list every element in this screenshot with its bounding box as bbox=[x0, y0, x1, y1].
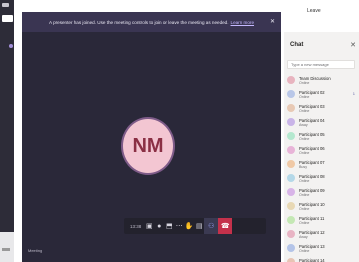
close-icon[interactable]: ✕ bbox=[270, 18, 275, 25]
list-item-status: Online bbox=[299, 108, 310, 113]
avatar bbox=[287, 188, 295, 196]
list-item[interactable]: Participant 03 Online bbox=[287, 101, 359, 115]
bottom-caption: Meeting bbox=[28, 248, 43, 253]
list-item-name: Participant 14 bbox=[299, 257, 325, 262]
hangup-button[interactable]: ☎ bbox=[218, 218, 233, 234]
avatar bbox=[287, 216, 295, 224]
avatar bbox=[287, 76, 295, 84]
list-item[interactable]: Participant 09 Online bbox=[287, 185, 359, 199]
list-item-status: Online bbox=[299, 94, 310, 99]
avatar bbox=[287, 146, 295, 154]
participants-icon[interactable]: ⚇ bbox=[204, 218, 219, 234]
list-item-text: Participant 05 Online bbox=[299, 132, 359, 141]
list-item[interactable]: Team Discussion Online bbox=[287, 73, 359, 87]
unread-badge: 1 bbox=[352, 91, 355, 96]
app-rail bbox=[0, 0, 14, 262]
close-icon[interactable]: ✕ bbox=[350, 41, 356, 49]
meeting-banner: A presenter has joined. Use the meeting … bbox=[22, 12, 281, 32]
leave-label[interactable]: Leave bbox=[307, 8, 321, 14]
list-item-status: Busy bbox=[299, 164, 307, 169]
avatar bbox=[287, 244, 295, 252]
list-item-text: Participant 06 Online bbox=[299, 146, 359, 155]
rail-bottom bbox=[0, 232, 14, 262]
chat-panel: Chat ✕ Type a new message Team Discussio… bbox=[284, 32, 359, 262]
list-item-text: Participant 09 Online bbox=[299, 188, 359, 197]
list-item-text: Participant 11 Online bbox=[299, 216, 359, 225]
list-item[interactable]: Participant 06 Online bbox=[287, 143, 359, 157]
list-item[interactable]: Participant 04 Away bbox=[287, 115, 359, 129]
list-item-status: Online bbox=[299, 248, 310, 253]
more-options-icon[interactable]: ⋯ bbox=[174, 218, 184, 234]
list-item-status: Online bbox=[299, 206, 310, 211]
list-item-text: Participant 02 Online bbox=[299, 90, 359, 99]
list-item[interactable]: Participant 08 Online bbox=[287, 171, 359, 185]
list-item-status: Online bbox=[299, 136, 310, 141]
avatar bbox=[287, 230, 295, 238]
list-item-status: Online bbox=[299, 80, 310, 85]
participant-avatar: NM bbox=[121, 117, 175, 175]
avatar bbox=[287, 258, 295, 262]
list-item-text: Participant 04 Away bbox=[299, 118, 359, 127]
list-item-status: Online bbox=[299, 150, 310, 155]
banner-text: A presenter has joined. Use the meeting … bbox=[48, 19, 229, 25]
participant-list: Team Discussion Online Participant 02 Onlin… bbox=[287, 73, 359, 262]
panel-title: Chat bbox=[290, 42, 304, 48]
list-item[interactable]: Participant 05 Online bbox=[287, 129, 359, 143]
list-item-status: Away bbox=[299, 234, 308, 239]
list-item-status: Online bbox=[299, 178, 310, 183]
raise-hand-icon[interactable]: ✋ bbox=[184, 218, 194, 234]
avatar bbox=[287, 174, 295, 182]
list-item-text: Participant 03 Online bbox=[299, 104, 359, 113]
avatar bbox=[287, 104, 295, 112]
camera-icon[interactable]: ▣ bbox=[144, 218, 154, 234]
list-item[interactable]: Participant 12 Away bbox=[287, 227, 359, 241]
banner-link[interactable]: Learn more bbox=[231, 20, 255, 25]
list-item[interactable]: Participant 11 Online bbox=[287, 213, 359, 227]
list-item-text: Participant 10 Online bbox=[299, 202, 359, 211]
avatar bbox=[287, 90, 295, 98]
list-item-status: Online bbox=[299, 192, 310, 197]
list-item-text: Participant 12 Away bbox=[299, 230, 359, 239]
rail-tab[interactable] bbox=[2, 3, 9, 7]
list-item[interactable]: Participant 02 Online 1 bbox=[287, 87, 359, 101]
list-item[interactable]: Participant 07 Busy bbox=[287, 157, 359, 171]
microphone-icon[interactable]: ● bbox=[154, 218, 164, 234]
avatar bbox=[287, 202, 295, 210]
list-item-text: Participant 13 Online bbox=[299, 244, 359, 253]
list-item[interactable]: Participant 13 Online bbox=[287, 241, 359, 255]
message-input[interactable]: Type a new message bbox=[287, 60, 355, 69]
list-item-status: Online bbox=[299, 220, 310, 225]
list-item-text: Team Discussion Online bbox=[299, 76, 359, 85]
screen-share-icon[interactable]: ⬒ bbox=[164, 218, 174, 234]
chat-icon[interactable]: ▤ bbox=[194, 218, 204, 234]
avatar bbox=[287, 160, 295, 168]
list-item-text: Participant 08 Online bbox=[299, 174, 359, 183]
list-item-text: Participant 14Online bbox=[299, 258, 359, 262]
list-item[interactable]: Participant 10 Online bbox=[287, 199, 359, 213]
rail-tab-active[interactable] bbox=[2, 15, 13, 22]
rail-bottom-item[interactable] bbox=[2, 248, 10, 251]
avatar bbox=[287, 132, 295, 140]
list-item-text: Participant 07 Busy bbox=[299, 160, 359, 169]
avatar bbox=[287, 118, 295, 126]
meeting-controls: 13:38 ▣ ● ⬒ ⋯ ✋ ▤ ⚇ ☎ bbox=[124, 218, 266, 234]
list-item-status: Away bbox=[299, 122, 308, 127]
list-item[interactable]: Participant 14Online bbox=[287, 255, 359, 262]
meeting-timer: 13:38 bbox=[130, 223, 142, 229]
notification-dot bbox=[9, 44, 13, 48]
